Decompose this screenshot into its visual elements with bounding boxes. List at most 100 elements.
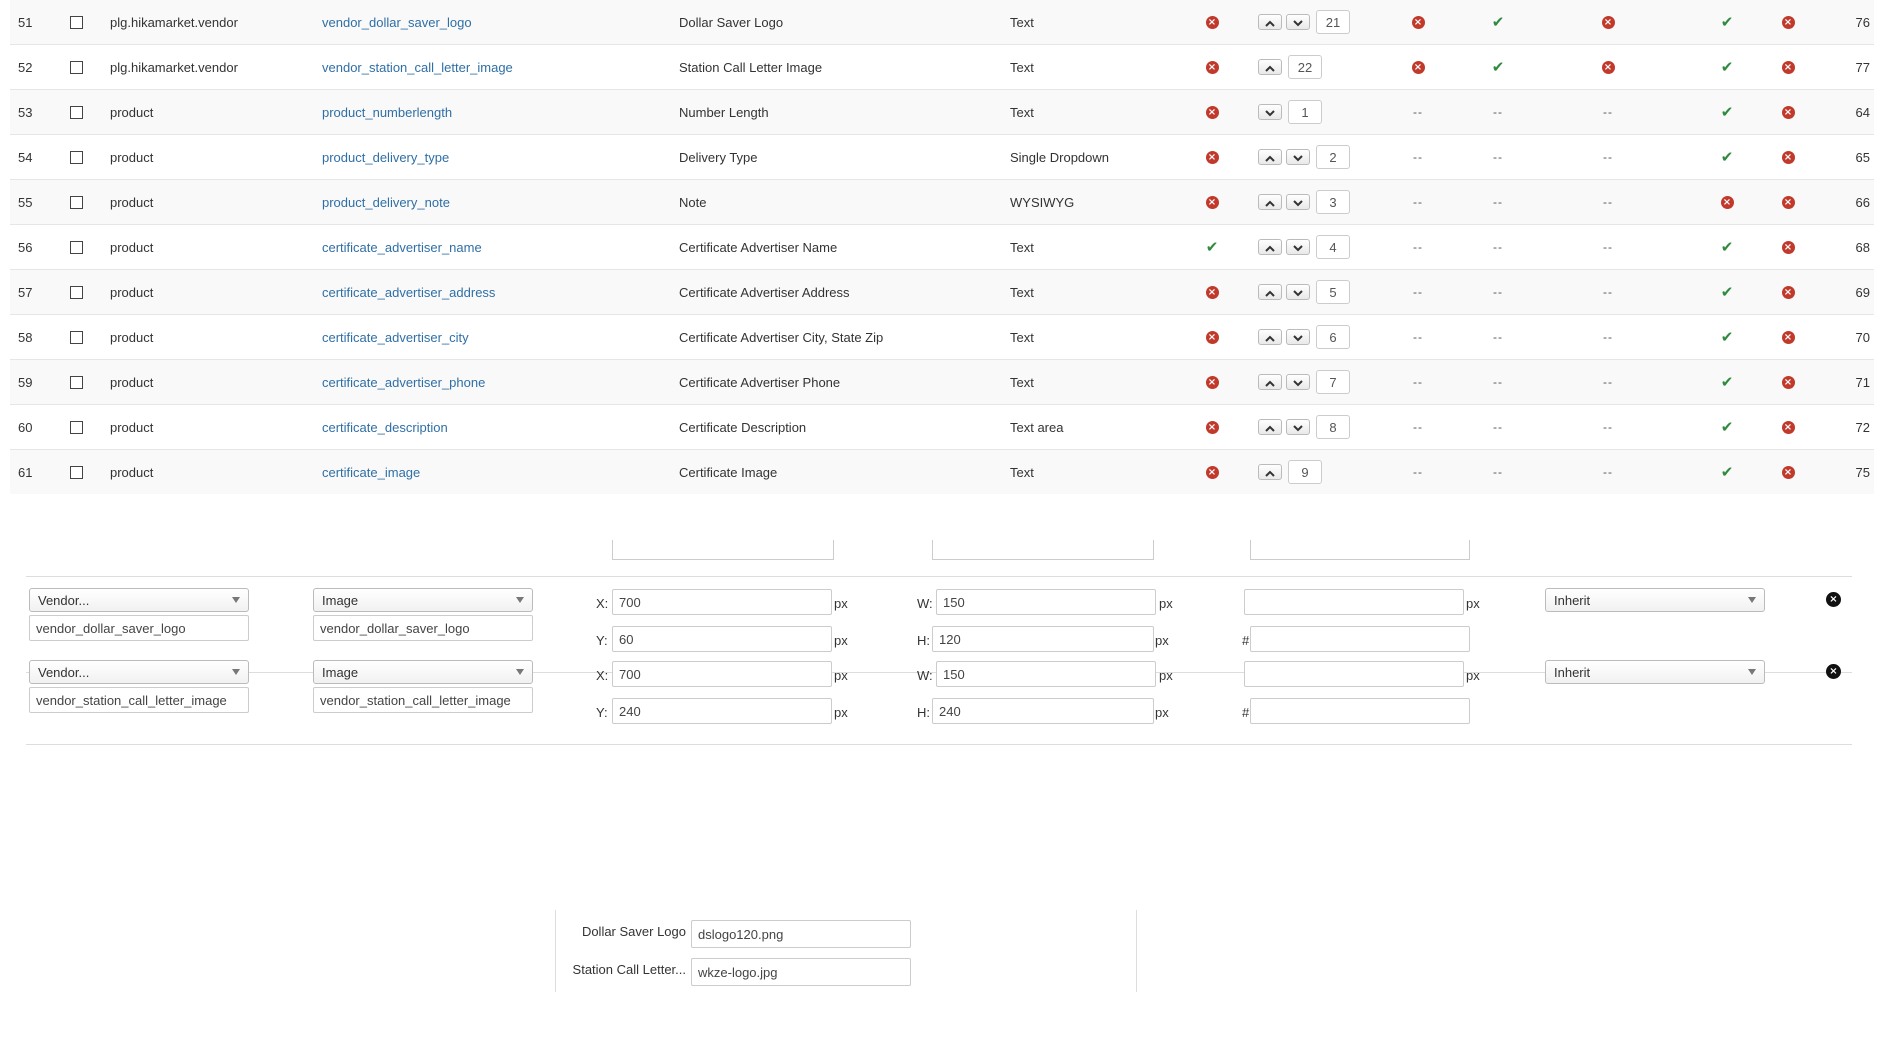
x-circle-icon[interactable]: × xyxy=(1781,330,1795,344)
move-down-button[interactable] xyxy=(1286,14,1310,30)
x-circle-icon[interactable]: × xyxy=(1205,420,1219,434)
move-up-button[interactable] xyxy=(1258,14,1282,30)
row-checkbox[interactable] xyxy=(69,240,83,254)
x-circle-icon[interactable]: × xyxy=(1601,15,1615,29)
move-up-button[interactable] xyxy=(1258,329,1282,345)
field-column-link[interactable]: certificate_advertiser_city xyxy=(322,330,469,345)
field-column-link[interactable]: vendor_station_call_letter_image xyxy=(322,60,513,75)
extra-input[interactable] xyxy=(1244,589,1464,615)
x-circle-icon[interactable]: × xyxy=(1781,15,1795,29)
source-field-input[interactable]: vendor_dollar_saver_logo xyxy=(29,615,249,641)
check-icon[interactable]: ✔ xyxy=(1721,284,1734,300)
y-input[interactable]: 60 xyxy=(612,626,832,652)
x-circle-icon[interactable]: × xyxy=(1781,285,1795,299)
check-icon[interactable]: ✔ xyxy=(1721,59,1734,75)
kind-field-input[interactable]: vendor_station_call_letter_image xyxy=(313,687,533,713)
x-circle-icon[interactable]: × xyxy=(1781,150,1795,164)
ordering-input[interactable]: 5 xyxy=(1316,280,1350,304)
field-column-link[interactable]: certificate_description xyxy=(322,420,448,435)
color-input[interactable] xyxy=(1250,698,1470,724)
move-up-button[interactable] xyxy=(1258,149,1282,165)
row-checkbox[interactable] xyxy=(69,465,83,479)
move-down-button[interactable] xyxy=(1286,329,1310,345)
x-circle-icon[interactable]: × xyxy=(1205,105,1219,119)
check-icon[interactable]: ✔ xyxy=(1721,149,1734,165)
move-up-button[interactable] xyxy=(1258,464,1282,480)
row-checkbox[interactable] xyxy=(69,105,83,119)
kind-select[interactable]: Image xyxy=(313,588,533,612)
x-circle-icon[interactable]: × xyxy=(1205,60,1219,74)
ordering-input[interactable]: 4 xyxy=(1316,235,1350,259)
check-icon[interactable]: ✔ xyxy=(1206,239,1219,255)
partial-input[interactable] xyxy=(1250,540,1470,560)
partial-input[interactable] xyxy=(612,540,834,560)
row-checkbox[interactable] xyxy=(69,60,83,74)
w-input[interactable]: 150 xyxy=(936,661,1156,687)
x-circle-icon[interactable]: × xyxy=(1601,60,1615,74)
ordering-input[interactable]: 2 xyxy=(1316,145,1350,169)
row-checkbox[interactable] xyxy=(69,420,83,434)
move-up-button[interactable] xyxy=(1258,59,1282,75)
ordering-input[interactable]: 1 xyxy=(1288,100,1322,124)
ordering-input[interactable]: 8 xyxy=(1316,415,1350,439)
move-up-button[interactable] xyxy=(1258,194,1282,210)
x-circle-icon[interactable]: × xyxy=(1411,15,1425,29)
check-icon[interactable]: ✔ xyxy=(1721,329,1734,345)
row-checkbox[interactable] xyxy=(69,375,83,389)
x-circle-icon[interactable]: × xyxy=(1781,465,1795,479)
move-down-button[interactable] xyxy=(1286,284,1310,300)
row-checkbox[interactable] xyxy=(69,150,83,164)
x-input[interactable]: 700 xyxy=(612,589,832,615)
ordering-input[interactable]: 21 xyxy=(1316,10,1350,34)
y-input[interactable]: 240 xyxy=(612,698,832,724)
color-input[interactable] xyxy=(1250,626,1470,652)
x-circle-icon[interactable]: × xyxy=(1781,195,1795,209)
field-column-link[interactable]: certificate_image xyxy=(322,465,420,480)
check-icon[interactable]: ✔ xyxy=(1492,59,1505,75)
row-checkbox[interactable] xyxy=(69,15,83,29)
file-input[interactable]: dslogo120.png xyxy=(691,920,911,948)
source-field-input[interactable]: vendor_station_call_letter_image xyxy=(29,687,249,713)
ordering-input[interactable]: 9 xyxy=(1288,460,1322,484)
field-column-link[interactable]: certificate_advertiser_address xyxy=(322,285,495,300)
move-up-button[interactable] xyxy=(1258,239,1282,255)
move-up-button[interactable] xyxy=(1258,284,1282,300)
row-checkbox[interactable] xyxy=(69,285,83,299)
x-circle-icon[interactable]: × xyxy=(1205,330,1219,344)
mode-select[interactable]: Inherit xyxy=(1545,588,1765,612)
x-circle-icon[interactable]: × xyxy=(1205,195,1219,209)
field-column-link[interactable]: product_numberlength xyxy=(322,105,452,120)
x-circle-icon[interactable]: × xyxy=(1781,375,1795,389)
row-checkbox[interactable] xyxy=(69,195,83,209)
h-input[interactable]: 120 xyxy=(932,626,1154,652)
x-circle-icon[interactable]: × xyxy=(1781,240,1795,254)
close-circle-icon[interactable]: × xyxy=(1826,664,1841,679)
ordering-input[interactable]: 6 xyxy=(1316,325,1350,349)
ordering-input[interactable]: 3 xyxy=(1316,190,1350,214)
x-circle-icon[interactable]: × xyxy=(1205,285,1219,299)
move-down-button[interactable] xyxy=(1286,239,1310,255)
field-column-link[interactable]: certificate_advertiser_phone xyxy=(322,375,485,390)
source-select[interactable]: Vendor... xyxy=(29,660,249,684)
x-circle-icon[interactable]: × xyxy=(1781,420,1795,434)
x-circle-icon[interactable]: × xyxy=(1781,60,1795,74)
ordering-input[interactable]: 7 xyxy=(1316,370,1350,394)
check-icon[interactable]: ✔ xyxy=(1721,419,1734,435)
x-circle-icon[interactable]: × xyxy=(1205,375,1219,389)
ordering-input[interactable]: 22 xyxy=(1288,55,1322,79)
move-down-button[interactable] xyxy=(1286,194,1310,210)
file-input[interactable]: wkze-logo.jpg xyxy=(691,958,911,986)
check-icon[interactable]: ✔ xyxy=(1721,104,1734,120)
check-icon[interactable]: ✔ xyxy=(1721,374,1734,390)
field-column-link[interactable]: product_delivery_note xyxy=(322,195,450,210)
extra-input[interactable] xyxy=(1244,661,1464,687)
check-icon[interactable]: ✔ xyxy=(1721,239,1734,255)
x-circle-icon[interactable]: × xyxy=(1720,195,1734,209)
field-column-link[interactable]: vendor_dollar_saver_logo xyxy=(322,15,472,30)
move-down-button[interactable] xyxy=(1258,104,1282,120)
h-input[interactable]: 240 xyxy=(932,698,1154,724)
check-icon[interactable]: ✔ xyxy=(1721,464,1734,480)
move-down-button[interactable] xyxy=(1286,149,1310,165)
close-circle-icon[interactable]: × xyxy=(1826,592,1841,607)
x-circle-icon[interactable]: × xyxy=(1411,60,1425,74)
